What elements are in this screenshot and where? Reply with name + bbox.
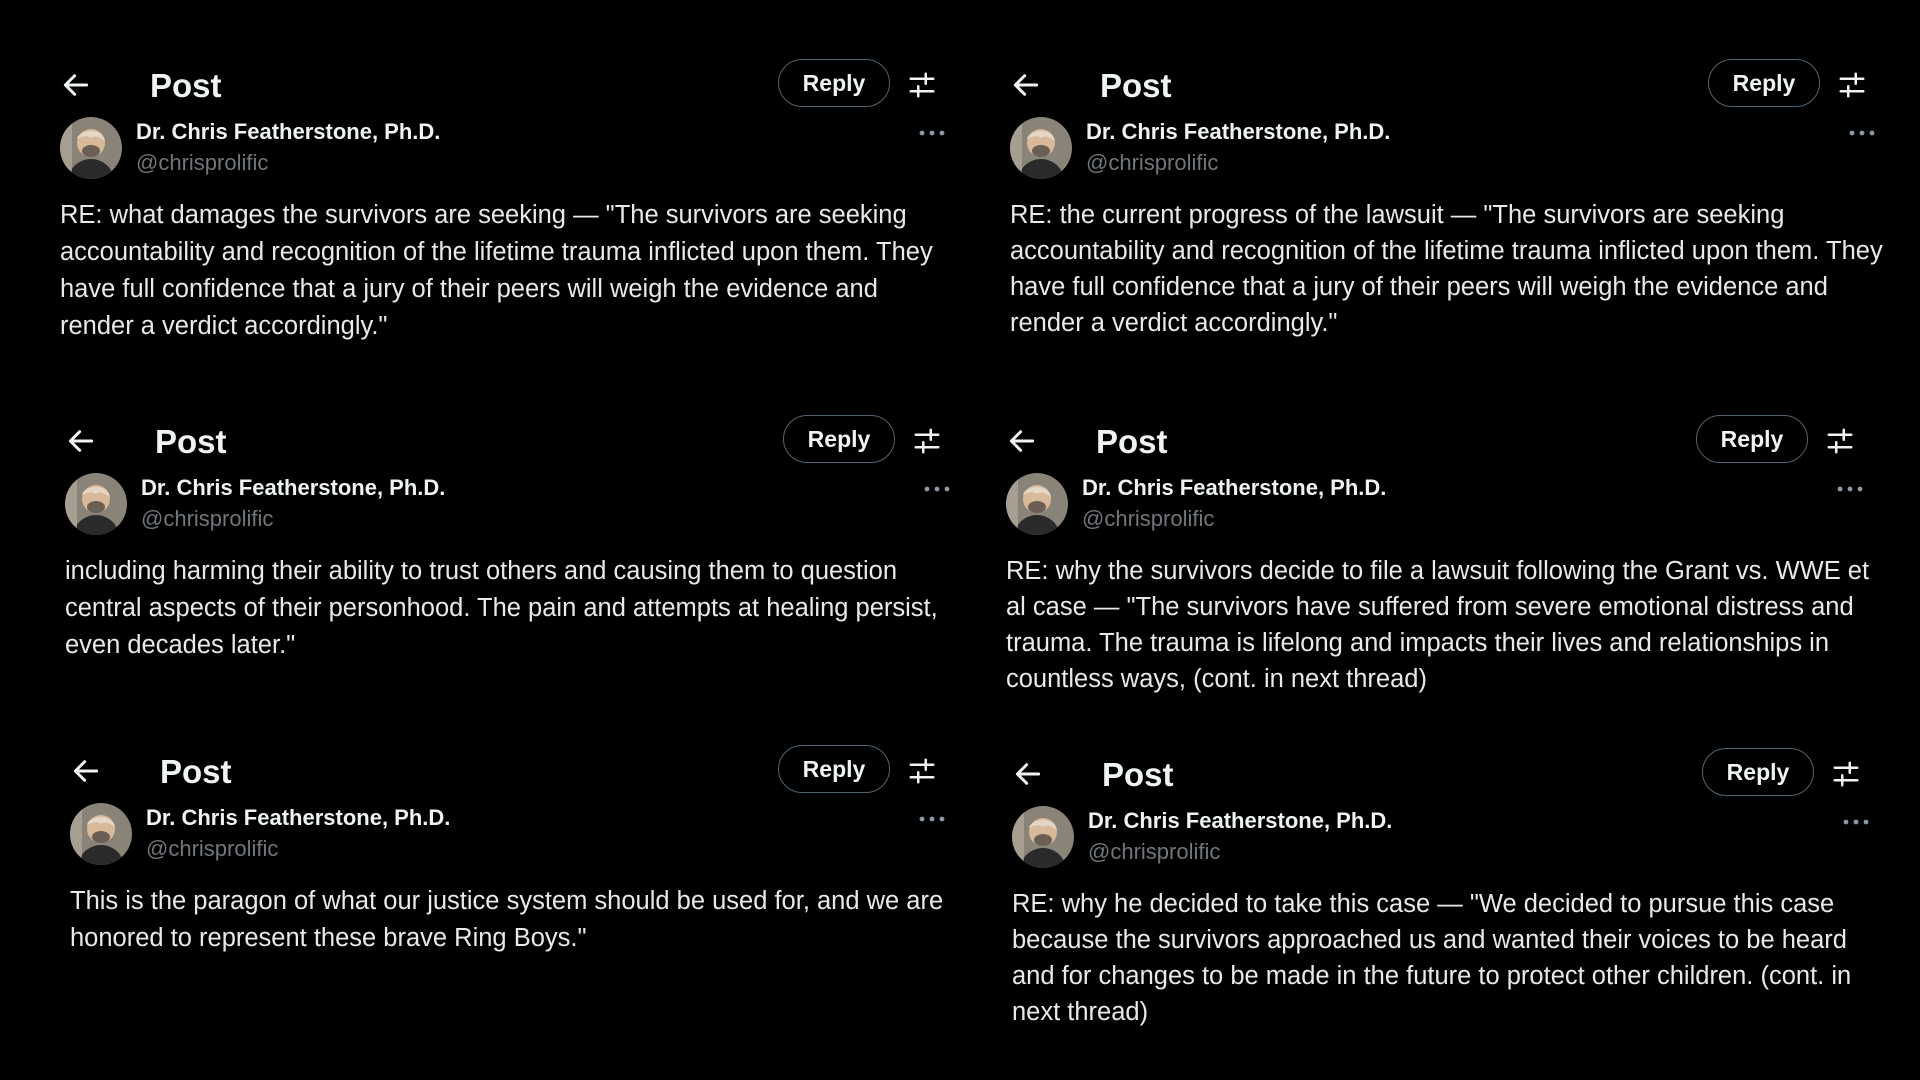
more-dots-icon[interactable] — [923, 481, 951, 492]
post-header: Post Reply — [70, 741, 960, 801]
back-arrow-icon[interactable] — [1012, 758, 1044, 790]
sliders-icon[interactable] — [1831, 759, 1861, 789]
author-name[interactable]: Dr. Chris Featherstone, Ph.D. — [146, 805, 450, 831]
reply-button[interactable]: Reply — [1702, 748, 1814, 796]
sliders-icon[interactable] — [907, 70, 937, 100]
author-name[interactable]: Dr. Chris Featherstone, Ph.D. — [136, 119, 440, 145]
post-panel: Post Reply Dr. Chris Featherstone, Ph.D.… — [1006, 411, 1886, 697]
more-dots-icon[interactable] — [1836, 481, 1864, 492]
post-text: This is the paragon of what our justice … — [70, 887, 944, 952]
avatar[interactable] — [1012, 806, 1074, 868]
post-text: RE: why he decided to take this case — "… — [1012, 890, 1852, 1026]
more-dots-icon[interactable] — [918, 811, 946, 822]
post-text: RE: what damages the survivors are seeki… — [60, 201, 933, 340]
post-header: Post Reply — [65, 411, 955, 471]
back-arrow-icon[interactable] — [1006, 425, 1038, 457]
reply-button[interactable]: Reply — [1708, 59, 1820, 107]
sliders-icon[interactable] — [907, 756, 937, 786]
avatar[interactable] — [1006, 473, 1068, 535]
back-arrow-icon[interactable] — [1010, 69, 1042, 101]
author-handle[interactable]: @chrisprolific — [146, 836, 278, 862]
header-title: Post — [160, 753, 232, 790]
header-title: Post — [1096, 423, 1168, 460]
header-title: Post — [1102, 756, 1174, 793]
author-handle[interactable]: @chrisprolific — [1086, 150, 1218, 176]
more-dots-icon[interactable] — [1848, 125, 1876, 136]
post-header: Post Reply — [1010, 55, 1890, 115]
back-arrow-icon[interactable] — [60, 69, 92, 101]
reply-button[interactable]: Reply — [778, 745, 890, 793]
author-handle[interactable]: @chrisprolific — [1088, 839, 1220, 865]
back-arrow-icon[interactable] — [65, 425, 97, 457]
reply-button[interactable]: Reply — [778, 59, 890, 107]
more-dots-icon[interactable] — [918, 125, 946, 136]
header-title: Post — [155, 423, 227, 460]
avatar[interactable] — [1010, 117, 1072, 179]
sliders-icon[interactable] — [912, 426, 942, 456]
post-panel: Post Reply Dr. Chris Featherstone, Ph.D.… — [1012, 744, 1892, 1030]
sliders-icon[interactable] — [1837, 70, 1867, 100]
author-row: Dr. Chris Featherstone, Ph.D. @chrisprol… — [65, 473, 955, 545]
avatar[interactable] — [65, 473, 127, 535]
avatar[interactable] — [70, 803, 132, 865]
author-handle[interactable]: @chrisprolific — [136, 150, 268, 176]
header-title: Post — [1100, 67, 1172, 104]
author-name[interactable]: Dr. Chris Featherstone, Ph.D. — [1088, 808, 1392, 834]
post-header: Post Reply — [1012, 744, 1892, 804]
post-text: RE: the current progress of the lawsuit … — [1010, 201, 1883, 337]
post-text: RE: why the survivors decide to file a l… — [1006, 557, 1870, 693]
back-arrow-icon[interactable] — [70, 755, 102, 787]
more-dots-icon[interactable] — [1842, 814, 1870, 825]
author-name[interactable]: Dr. Chris Featherstone, Ph.D. — [141, 475, 445, 501]
header-title: Post — [150, 67, 222, 104]
post-header: Post Reply — [1006, 411, 1886, 471]
author-row: Dr. Chris Featherstone, Ph.D. @chrisprol… — [1006, 473, 1886, 545]
author-name[interactable]: Dr. Chris Featherstone, Ph.D. — [1086, 119, 1390, 145]
post-header: Post Reply — [60, 55, 950, 115]
author-name[interactable]: Dr. Chris Featherstone, Ph.D. — [1082, 475, 1386, 501]
post-panel: Post Reply Dr. Chris Featherstone, Ph.D.… — [60, 55, 950, 345]
sliders-icon[interactable] — [1825, 426, 1855, 456]
post-panel: Post Reply Dr. Chris Featherstone, Ph.D.… — [70, 741, 960, 957]
author-row: Dr. Chris Featherstone, Ph.D. @chrisprol… — [70, 803, 960, 875]
author-row: Dr. Chris Featherstone, Ph.D. @chrisprol… — [60, 117, 950, 189]
post-panel: Post Reply Dr. Chris Featherstone, Ph.D.… — [1010, 55, 1890, 341]
reply-button[interactable]: Reply — [1696, 415, 1808, 463]
author-row: Dr. Chris Featherstone, Ph.D. @chrisprol… — [1012, 806, 1892, 878]
post-text: including harming their ability to trust… — [65, 557, 938, 659]
author-handle[interactable]: @chrisprolific — [141, 506, 273, 532]
post-panel: Post Reply Dr. Chris Featherstone, Ph.D.… — [65, 411, 955, 664]
avatar[interactable] — [60, 117, 122, 179]
author-handle[interactable]: @chrisprolific — [1082, 506, 1214, 532]
author-row: Dr. Chris Featherstone, Ph.D. @chrisprol… — [1010, 117, 1890, 189]
reply-button[interactable]: Reply — [783, 415, 895, 463]
